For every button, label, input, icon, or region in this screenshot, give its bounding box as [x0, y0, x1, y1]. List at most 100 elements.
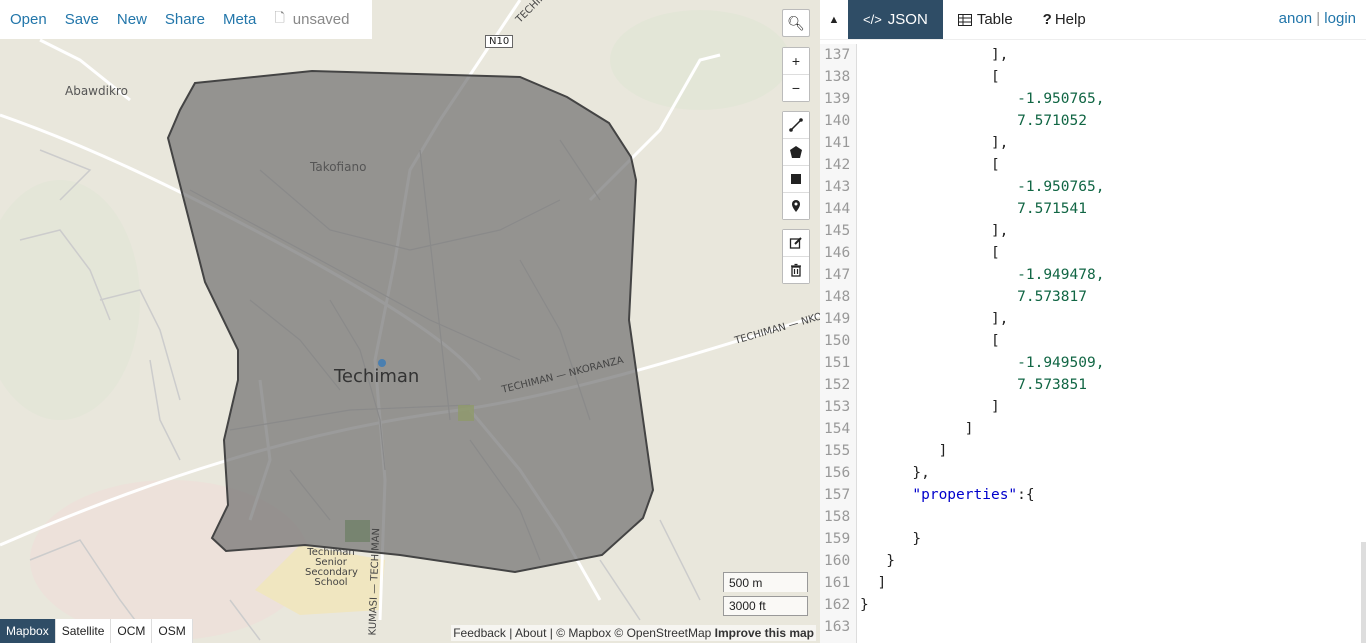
- share-button[interactable]: Share: [165, 11, 205, 28]
- delete-layers-button[interactable]: [783, 257, 809, 283]
- auth-links: anon | login: [1279, 10, 1356, 27]
- line-number: 151: [824, 355, 851, 371]
- code-text: -1.950765,: [1017, 179, 1105, 195]
- table-icon: [957, 13, 972, 26]
- code-text: [: [860, 157, 1000, 173]
- code-text: [: [860, 69, 1000, 85]
- rectangle-icon: [791, 174, 801, 184]
- new-button[interactable]: New: [117, 11, 147, 28]
- anon-link[interactable]: anon: [1279, 10, 1312, 27]
- code-text: 7.573851: [1017, 377, 1087, 393]
- line-number: 156: [824, 465, 851, 481]
- json-editor[interactable]: 137 ], 138 [139 -1.950765, 140 7.571052 141…: [820, 44, 1366, 643]
- tab-json-label: JSON: [887, 11, 928, 28]
- draw-marker-button[interactable]: [783, 193, 809, 219]
- zoom-in-button[interactable]: +: [783, 48, 809, 75]
- code-text: 7.571541: [1017, 201, 1087, 217]
- edit-icon: [789, 237, 802, 249]
- search-icon: 🔍︎: [787, 14, 805, 31]
- zoom-out-button[interactable]: −: [783, 75, 809, 101]
- line-number: 161: [824, 575, 851, 591]
- polygon-icon: [790, 146, 802, 158]
- search-button[interactable]: 🔍︎: [782, 9, 810, 37]
- draw-polygon-button[interactable]: [783, 139, 809, 166]
- caret-up-icon: ▲: [828, 13, 840, 26]
- side-panel: ▲ </> JSON Table ? Help anon | login 137…: [820, 0, 1366, 643]
- map-label-abawdikro: Abawdikro: [65, 84, 128, 98]
- editor-scrollbar[interactable]: [1361, 542, 1366, 643]
- map-view[interactable]: Techiman Takofiano Abawdikro Techiman Se…: [0, 0, 820, 643]
- line-number: 152: [824, 377, 851, 393]
- line-number: 146: [824, 245, 851, 261]
- trash-icon: [791, 263, 801, 277]
- line-number: 139: [824, 91, 851, 107]
- edit-controls: [782, 229, 810, 284]
- tab-table[interactable]: Table: [943, 0, 1028, 39]
- line-number: 144: [824, 201, 851, 217]
- code-text: ],: [860, 135, 1009, 151]
- auth-separator: |: [1316, 10, 1321, 27]
- meta-button[interactable]: Meta: [223, 11, 256, 28]
- marker-icon: [792, 200, 800, 212]
- line-number: 158: [824, 509, 851, 525]
- line-number: 137: [824, 47, 851, 63]
- code-text: ]: [860, 575, 887, 591]
- tab-json[interactable]: </> JSON: [848, 0, 943, 39]
- draw-line-button[interactable]: [783, 112, 809, 139]
- road-shield-n10: N10: [485, 35, 514, 48]
- panel-tabs: ▲ </> JSON Table ? Help anon | login: [820, 0, 1366, 40]
- layer-osm[interactable]: OSM: [152, 619, 193, 643]
- drawn-polygon[interactable]: [166, 69, 655, 574]
- file-icon: 🗋: [274, 9, 285, 25]
- collapse-panel-button[interactable]: ▲: [820, 0, 848, 39]
- login-link[interactable]: login: [1324, 10, 1356, 27]
- tab-help[interactable]: ? Help: [1028, 0, 1101, 39]
- code-text: -1.950765,: [1017, 91, 1105, 107]
- code-text: [: [860, 245, 1000, 261]
- attribution: Feedback | About | © Mapbox © OpenStreet…: [451, 625, 816, 641]
- line-number: 141: [824, 135, 851, 151]
- line-number: 150: [824, 333, 851, 349]
- open-button[interactable]: Open: [10, 11, 47, 28]
- line-number: 154: [824, 421, 851, 437]
- code-text: 7.571052: [1017, 113, 1087, 129]
- code-text: [: [860, 333, 1000, 349]
- draw-controls: [782, 111, 810, 220]
- code-text: "properties":{: [912, 487, 1035, 503]
- line-number: 143: [824, 179, 851, 195]
- layer-satellite[interactable]: Satellite: [55, 619, 112, 643]
- unsaved-indicator: 🗋 unsaved: [274, 9, 349, 31]
- line-number: 163: [824, 619, 851, 635]
- line-number: 148: [824, 289, 851, 305]
- code-text: ],: [860, 311, 1009, 327]
- code-text: ],: [860, 223, 1009, 239]
- line-number: 142: [824, 157, 851, 173]
- code-text: }: [860, 597, 869, 613]
- edit-layers-button[interactable]: [783, 230, 809, 257]
- layer-mapbox[interactable]: Mapbox: [0, 619, 56, 643]
- code-text: ]: [860, 421, 974, 437]
- map-label-city: Techiman: [334, 366, 420, 387]
- line-number: 159: [824, 531, 851, 547]
- line-number: 140: [824, 113, 851, 129]
- layer-ocm[interactable]: OCM: [111, 619, 153, 643]
- code-text: }: [860, 531, 922, 547]
- map-label-school: Techiman Senior Secondary School: [305, 548, 358, 588]
- layer-switcher: Mapbox Satellite OCM OSM: [0, 619, 193, 643]
- tab-table-label: Table: [976, 11, 1013, 28]
- map-toolbar: Open Save New Share Meta 🗋 unsaved: [0, 0, 372, 39]
- minus-icon: −: [791, 80, 801, 96]
- line-icon: [789, 118, 803, 132]
- copyright-text: | © Mapbox © OpenStreetMap: [549, 626, 712, 640]
- scale-metric: 500 m: [723, 572, 808, 592]
- code-text: -1.949478,: [1017, 267, 1105, 283]
- unsaved-label: unsaved: [292, 11, 350, 28]
- draw-rectangle-button[interactable]: [783, 166, 809, 193]
- feedback-link[interactable]: Feedback: [453, 626, 506, 640]
- improve-map-link[interactable]: Improve this map: [715, 626, 814, 640]
- line-number: 147: [824, 267, 851, 283]
- save-button[interactable]: Save: [65, 11, 99, 28]
- line-number: 157: [824, 487, 851, 503]
- line-number: 149: [824, 311, 851, 327]
- about-link[interactable]: About: [515, 626, 546, 640]
